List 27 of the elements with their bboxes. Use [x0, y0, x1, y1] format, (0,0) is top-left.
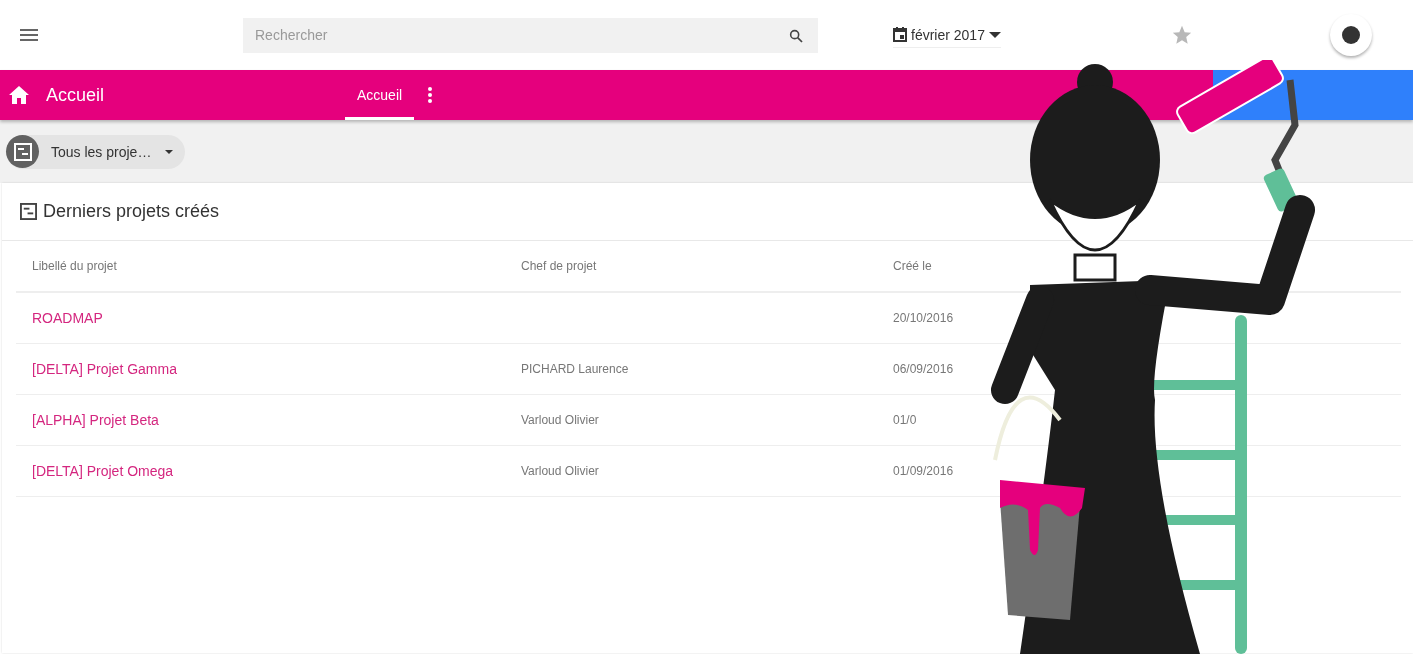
- project-filter[interactable]: Tous les proje…: [6, 134, 186, 169]
- project-icon: [13, 142, 32, 161]
- project-link[interactable]: [DELTA] Projet Gamma: [32, 361, 177, 377]
- month-picker[interactable]: février 2017: [893, 22, 1001, 48]
- column-header: Chef de projet: [505, 241, 877, 292]
- search-icon[interactable]: [788, 27, 804, 44]
- project-link[interactable]: [DELTA] Projet Omega: [32, 463, 174, 479]
- search-field[interactable]: Rechercher: [243, 17, 818, 53]
- table-cell: 01/09/2016: [893, 464, 954, 478]
- caret-icon: [165, 149, 174, 154]
- table-cell: 20/10/2016: [893, 311, 954, 325]
- table-cell: 06/09/2016: [893, 362, 954, 376]
- table-cell: 01/0: [893, 413, 917, 427]
- card-title: Derniers projets créés: [43, 201, 220, 222]
- table-cell: Varloud Olivier: [521, 464, 599, 478]
- page-title: Accueil: [46, 84, 106, 106]
- calendar-icon: [893, 27, 907, 42]
- table-cell: PICHARD Laurence: [521, 362, 629, 376]
- caret-icon: [988, 31, 1001, 38]
- project-link[interactable]: [ALPHA] Projet Beta: [32, 412, 159, 428]
- table-cell: Varloud Olivier: [521, 413, 599, 427]
- project-icon: [20, 203, 37, 220]
- avatar-icon[interactable]: [1329, 14, 1372, 56]
- more-icon[interactable]: [428, 87, 433, 103]
- column-header: Libellé du projet: [16, 241, 505, 292]
- project-link[interactable]: ROADMAP: [32, 310, 103, 326]
- home-icon[interactable]: [9, 86, 29, 104]
